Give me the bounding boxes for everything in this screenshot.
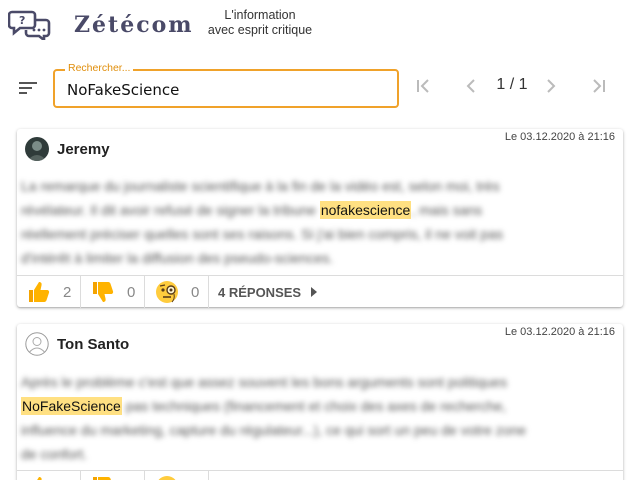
skeptic-button[interactable] bbox=[145, 471, 209, 480]
comment-line: révélateur. Il dit avoir refusé de signe… bbox=[21, 198, 613, 222]
approve-button[interactable] bbox=[17, 471, 81, 480]
avatar[interactable] bbox=[25, 137, 49, 161]
tagline-line-1: L'information bbox=[224, 8, 296, 22]
comment-line: de confort. bbox=[21, 446, 88, 462]
refute-count: 0 bbox=[127, 283, 136, 301]
speech-bubbles-logo-icon[interactable]: ? bbox=[8, 8, 52, 40]
search-highlight: NoFakeScience bbox=[21, 397, 122, 415]
svg-text:?: ? bbox=[19, 14, 25, 27]
skeptic-button[interactable]: 0 bbox=[145, 276, 209, 308]
replies-toggle[interactable]: 4 RÉPONSES bbox=[209, 276, 318, 308]
comment-line: La remarque du journaliste scientifique … bbox=[21, 178, 500, 194]
brand-tagline: L'information avec esprit critique bbox=[200, 8, 320, 38]
next-page-icon[interactable] bbox=[541, 76, 561, 96]
monocle-face-icon bbox=[158, 476, 176, 480]
thumbs-up-icon bbox=[37, 477, 42, 480]
approve-button[interactable]: 2 bbox=[17, 276, 81, 308]
comment-actions: 2 0 0 4 RÉPONSES bbox=[17, 275, 623, 308]
avatar[interactable] bbox=[25, 332, 49, 356]
comment-actions bbox=[17, 470, 623, 480]
refute-button[interactable] bbox=[81, 471, 145, 480]
comment-date: Le 03.12.2020 à 21:16 bbox=[504, 131, 615, 143]
comment-card: Le 03.12.2020 à 21:16 Jeremy La remarque… bbox=[17, 129, 623, 308]
approve-count: 2 bbox=[63, 283, 72, 301]
comment-line: Après le problème c'est que assez souven… bbox=[21, 374, 507, 390]
caret-right-icon bbox=[311, 287, 318, 297]
brand-name[interactable]: Zétécom bbox=[74, 12, 194, 38]
page-indicator: 1 / 1 bbox=[496, 76, 528, 93]
comment-text-fragment: , mais sans bbox=[411, 202, 483, 218]
comment-line: NoFakeScience pas techniques (financemen… bbox=[21, 394, 613, 418]
app-header: ? Zétécom L'information avec esprit crit… bbox=[0, 0, 640, 54]
monocle-face-icon bbox=[156, 281, 178, 303]
thumbs-up-icon bbox=[29, 282, 50, 302]
last-page-icon[interactable] bbox=[589, 76, 609, 96]
comment-line: d'intérêt à limiter la diffusion des pse… bbox=[21, 250, 334, 266]
comment-line: influence du marketing, capture du régul… bbox=[21, 422, 527, 438]
comment-line: réellement préciser quelles sont ses rai… bbox=[21, 226, 504, 242]
filter-menu-icon[interactable] bbox=[16, 76, 40, 100]
previous-page-icon[interactable] bbox=[461, 76, 481, 96]
refute-button[interactable]: 0 bbox=[81, 276, 145, 308]
comment-author[interactable]: Ton Santo bbox=[57, 336, 129, 353]
search-label: Rechercher... bbox=[65, 62, 134, 74]
search-highlight: nofakescience bbox=[319, 201, 412, 219]
comment-card: Le 03.12.2020 à 21:16 Ton Santo Après le… bbox=[17, 324, 623, 480]
skeptic-count: 0 bbox=[191, 283, 200, 301]
tagline-line-2: avec esprit critique bbox=[207, 23, 313, 37]
comment-text: La remarque du journaliste scientifique … bbox=[21, 174, 613, 270]
search-field[interactable]: Rechercher... bbox=[53, 62, 399, 108]
first-page-icon[interactable] bbox=[413, 76, 433, 96]
comment-text-fragment: pas techniques (financement et choix des… bbox=[121, 398, 507, 414]
comment-date: Le 03.12.2020 à 21:16 bbox=[504, 326, 615, 338]
replies-label: 4 RÉPONSES bbox=[218, 284, 302, 300]
comment-text: Après le problème c'est que assez souven… bbox=[21, 370, 613, 466]
comment-text-fragment: révélateur. Il dit avoir refusé de signe… bbox=[21, 202, 316, 218]
thumbs-down-icon bbox=[93, 282, 114, 302]
search-input[interactable] bbox=[67, 80, 387, 100]
thumbs-down-icon bbox=[93, 477, 111, 480]
comment-author[interactable]: Jeremy bbox=[57, 141, 110, 158]
